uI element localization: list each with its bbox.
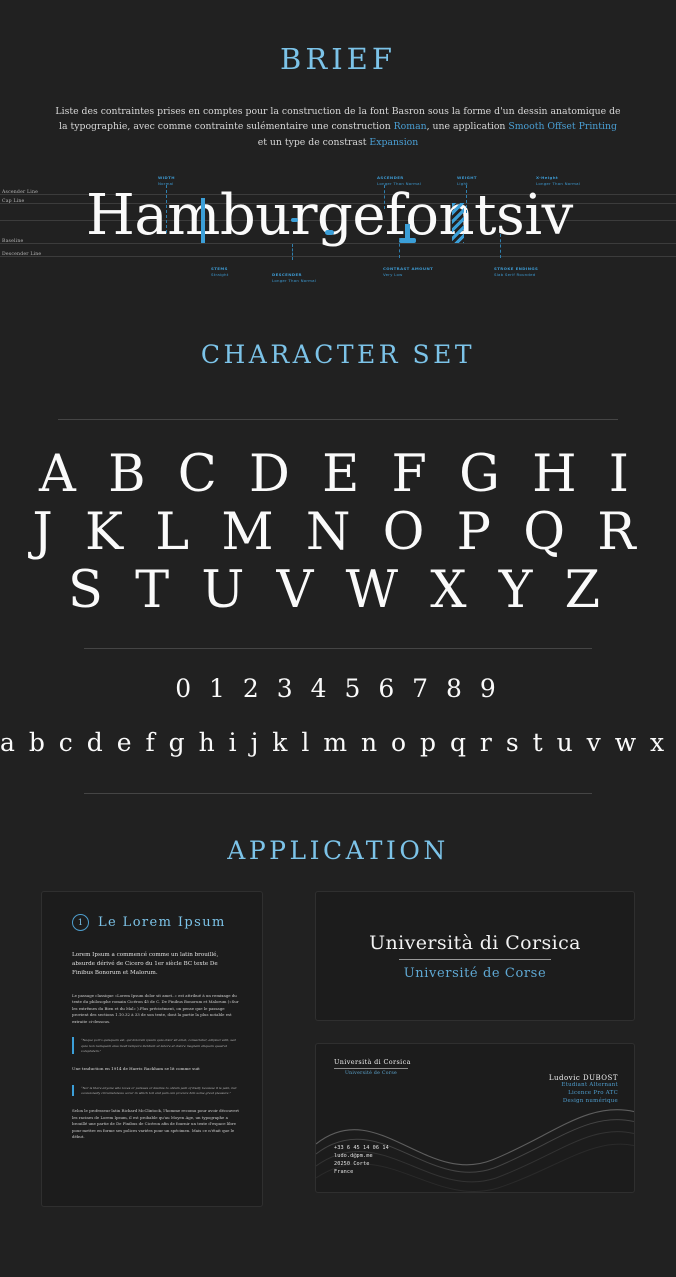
divider-charset-middle: [84, 648, 592, 650]
annotation-stems-value: Straight: [211, 271, 229, 277]
numerals-lowercase-block: 0 1 2 3 4 5 6 7 8 9 a b c d e f g h i j …: [0, 669, 676, 763]
business-card-country: France: [334, 1169, 354, 1176]
lorem-card-quote-2-text: “Nor is there anyone who loves or pursue…: [81, 1085, 237, 1095]
brief-link-roman[interactable]: Roman: [394, 121, 427, 132]
lorem-card-blockquote-2: “Nor is there anyone who loves or pursue…: [72, 1084, 240, 1097]
annotation-weight-value: Light: [457, 180, 468, 186]
annotation-ascender: ASCENDER Longer Than Normal: [377, 175, 421, 186]
leader-descender: [292, 243, 293, 260]
business-card-logo-name: Università di Corsica: [334, 1058, 411, 1067]
character-set-section-title: CHARACTER SET: [200, 339, 476, 369]
brief-line-1: Liste des contraintes prises en comptes …: [55, 106, 515, 117]
annotation-stroke-endings: STROKE ENDINGS Slab Serif Rounded: [494, 266, 538, 277]
business-card[interactable]: Università di Corsica Université de Cors…: [315, 1043, 635, 1194]
university-divider: [399, 958, 551, 960]
business-card-contact: +33 6 45 14 06 14 ludo.d@pm.me 20250 Cor…: [334, 1144, 389, 1176]
lorem-card-lead: Lorem Ipsum a commencé comme un latin br…: [72, 952, 219, 977]
highlight-serif-f: [291, 217, 298, 222]
blockquote-accent-bar: [72, 1084, 74, 1097]
highlight-stroke-stem: [405, 223, 410, 241]
annotation-width: WIDTH Normal: [158, 175, 175, 186]
annotation-width-title: WIDTH: [158, 174, 175, 180]
guide-label-descender-line: Descender Line: [2, 251, 42, 257]
brief-description: Liste des contraintes prises en comptes …: [55, 104, 621, 150]
annotation-stroke-endings-title: STROKE ENDINGS: [494, 265, 539, 271]
step-number-badge: 1: [72, 914, 89, 932]
poster-page: BRIEF Liste des contraintes prises en co…: [0, 0, 676, 1277]
university-lockup-card[interactable]: Università di Corsica Université de Cors…: [315, 891, 635, 1022]
lorem-ipsum-card[interactable]: 1 Le Lorem Ipsum Lorem Ipsum a commencé …: [41, 891, 263, 1208]
business-card-email[interactable]: ludo.d@pm.me: [334, 1152, 389, 1160]
guide-label-baseline: Baseline: [2, 238, 24, 244]
numerals-row: 0 1 2 3 4 5 6 7 8 9: [175, 674, 501, 704]
university-name: Università di Corsica: [369, 931, 581, 954]
divider-charset-top: [58, 418, 618, 420]
business-card-person: Ludovic DUBOST Etudiant Alternant Licenc…: [549, 1074, 618, 1105]
lorem-card-header: 1 Le Lorem Ipsum: [72, 914, 240, 932]
annotation-descender: DESCENDER Longer Than Normal: [272, 272, 316, 283]
annotation-weight: WEIGHT Light: [457, 175, 477, 186]
annotation-contrast-amount-value: Very Low: [383, 271, 403, 277]
annotation-descender-value: Longer Than Normal: [272, 277, 317, 283]
uppercase-row-1: A B C D E F G H I: [39, 444, 637, 504]
annotation-stems: STEMS Straight: [211, 266, 229, 277]
lorem-card-blockquote-1: “Neque porro quisquam est, qui dolorem i…: [72, 1037, 240, 1055]
brief-section-title: BRIEF: [280, 42, 396, 76]
leader-endings: [500, 233, 501, 258]
uppercase-row-2: J K L M N O P Q R: [32, 503, 644, 563]
leader-contrast: [399, 237, 400, 258]
application-section-title: APPLICATION: [227, 836, 449, 866]
lorem-card-title: Le Lorem Ipsum: [98, 915, 226, 931]
guide-label-cap-line: Cap Line: [2, 198, 25, 204]
business-card-role-line-2: Licence Pro ATC: [568, 1090, 618, 1097]
business-card-phone[interactable]: +33 6 45 14 06 14: [334, 1144, 389, 1152]
business-card-person-name: Ludovic DUBOST: [548, 1074, 618, 1083]
annotation-weight-title: WEIGHT: [457, 174, 477, 180]
annotation-stroke-endings-value: Slab Serif Rounded: [494, 271, 536, 277]
divider-charset-bottom: [84, 793, 592, 795]
lorem-card-note: Une traduction en 1914 de Harris Rackham…: [72, 1066, 200, 1072]
business-card-logo-subtitle: Université de Corse: [344, 1071, 398, 1077]
university-subtitle: Université de Corse: [403, 965, 547, 981]
annotation-contrast-amount: CONTRAST AMOUNT Very Low: [383, 266, 433, 277]
brief-line-3a: une application: [432, 121, 509, 133]
business-card-logo: Università di Corsica Université de Cors…: [334, 1058, 411, 1076]
annotation-x-height: X-Height Longer Than Normal: [536, 175, 580, 186]
guide-line-descender: [0, 255, 676, 257]
lorem-card-paragraph-1: Le passage classique «Lorem Ipsum dolor …: [72, 992, 239, 1024]
lorem-card-paragraph-2: Selon le professeur latin Richard McClin…: [72, 1108, 239, 1140]
leader-weight: [466, 184, 467, 213]
highlight-bowl-o: [325, 229, 334, 235]
guide-label-ascender-line: Ascender Line: [2, 189, 39, 195]
brief-line-2b: ,: [426, 121, 430, 133]
highlight-x-height-hatch: [452, 202, 464, 243]
annotation-ascender-value: Longer Than Normal: [377, 180, 422, 186]
leader-width: [166, 184, 167, 233]
brief-link-expansion[interactable]: Expansion: [369, 137, 418, 148]
lorem-card-quote-1-text: “Neque porro quisquam est, qui dolorem i…: [81, 1038, 236, 1053]
business-card-role-line-1: Etudiant Alternant: [561, 1082, 618, 1089]
brief-link-smooth-offset-printing[interactable]: Smooth Offset Printing: [508, 121, 617, 132]
annotation-stems-title: STEMS: [211, 265, 228, 271]
annotation-contrast-amount-title: CONTRAST AMOUNT: [383, 265, 434, 271]
business-card-zip: 20250 Corte: [334, 1161, 370, 1168]
business-card-role-line-3: Design numérique: [562, 1097, 618, 1104]
uppercase-row-3: S T U V W X Y Z: [67, 561, 609, 621]
annotation-x-height-value: Longer Than Normal: [536, 180, 581, 186]
leader-ascender: [384, 184, 385, 209]
business-card-logo-divider: [334, 1068, 408, 1070]
brief-line-3b: et un type de constrast: [257, 136, 370, 148]
lowercase-row: a b c d e f g h i j k l m n o p q r s t …: [0, 728, 676, 758]
annotation-width-value: Normal: [158, 180, 174, 186]
anatomy-diagram: Ascender Line Cap Line Baseline Descende…: [0, 172, 676, 292]
blockquote-accent-bar: [72, 1037, 74, 1055]
highlight-stem-b: [201, 197, 205, 243]
uppercase-glyph-block: A B C D E F G H I J K L M N O P Q R S T …: [0, 444, 676, 621]
